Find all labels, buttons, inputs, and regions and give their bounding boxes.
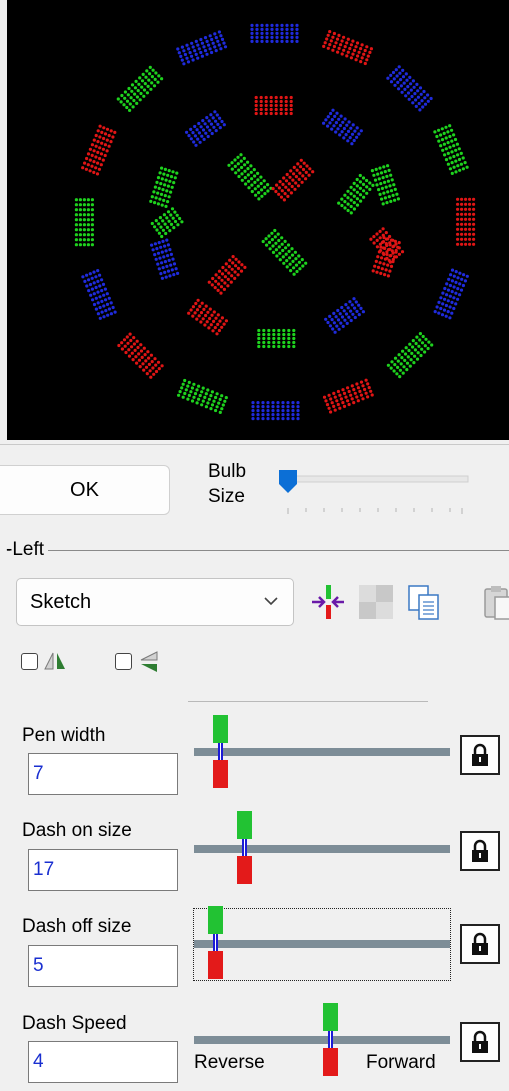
- led-dash: [261, 228, 308, 276]
- dash-on-size-field[interactable]: 17: [28, 849, 178, 891]
- dash-off-size-field[interactable]: 5: [28, 945, 178, 987]
- led-dash: [271, 158, 315, 202]
- pen-width-label: Pen width: [22, 725, 106, 746]
- group-left-title: -Left: [6, 539, 49, 561]
- led-dash: [370, 164, 400, 206]
- led-dash: [433, 268, 469, 320]
- paste-icon[interactable]: [481, 583, 509, 621]
- dash-off-size-track[interactable]: [194, 940, 450, 948]
- led-dash: [74, 198, 94, 247]
- slider-thumb: [279, 470, 297, 493]
- led-dash: [456, 197, 476, 246]
- led-dash: [150, 207, 184, 239]
- lock-icon: [472, 1030, 488, 1053]
- pen-width-lock-button[interactable]: [460, 735, 500, 775]
- led-dash: [150, 238, 180, 280]
- dash-speed-track[interactable]: [194, 1036, 450, 1044]
- mirror-horizontal-icon: [44, 652, 65, 670]
- led-dash: [117, 332, 164, 379]
- led-dash: [386, 332, 434, 379]
- mode-dropdown-value: Sketch: [30, 590, 92, 613]
- lock-icon: [472, 743, 488, 766]
- group-left-border: [7, 550, 509, 551]
- bulb-size-slider[interactable]: [275, 462, 475, 520]
- chevron-down-icon: [264, 597, 278, 606]
- led-preview: [7, 0, 509, 440]
- divider: [0, 444, 509, 445]
- led-dash: [337, 173, 375, 215]
- pen-width-track[interactable]: [194, 748, 450, 756]
- dash-off-size-slider-thumb[interactable]: [208, 906, 223, 979]
- dash-speed-slider-thumb[interactable]: [323, 1003, 339, 1076]
- led-dash: [254, 95, 293, 116]
- led-dash: [227, 153, 273, 201]
- divider: [188, 701, 428, 702]
- led-dash: [386, 65, 433, 112]
- led-dash: [433, 124, 469, 175]
- dash-speed-field[interactable]: 4: [28, 1041, 178, 1083]
- led-dash: [177, 378, 228, 414]
- led-dash: [251, 401, 300, 421]
- mirror-vertical-checkbox[interactable]: [115, 653, 132, 670]
- led-dash: [149, 166, 179, 208]
- dash-speed-lock-button[interactable]: [460, 1022, 500, 1062]
- dash-on-size-track[interactable]: [194, 845, 450, 853]
- dash-off-size-lock-button[interactable]: [460, 924, 500, 964]
- led-dash: [81, 269, 117, 320]
- led-dash: [185, 110, 226, 147]
- led-dash: [369, 227, 405, 264]
- dash-speed-label: Dash Speed: [22, 1013, 127, 1034]
- led-dash: [322, 108, 363, 146]
- led-dash: [187, 298, 228, 336]
- mirror-horizontal-checkbox[interactable]: [21, 653, 38, 670]
- center-arrows-icon[interactable]: [309, 583, 347, 621]
- dash-on-size-label: Dash on size: [22, 820, 132, 841]
- lock-icon: [472, 839, 488, 862]
- forward-label: Forward: [366, 1052, 436, 1073]
- mode-dropdown[interactable]: Sketch: [16, 578, 294, 626]
- dash-on-size-slider-thumb[interactable]: [236, 811, 252, 884]
- pen-width-field[interactable]: 7: [28, 753, 178, 795]
- copy-icon[interactable]: [405, 583, 443, 621]
- led-dash: [324, 297, 365, 334]
- ok-button[interactable]: OK: [0, 465, 170, 515]
- led-dash: [207, 255, 247, 295]
- mirror-vertical-icon: [140, 651, 158, 672]
- dash-off-size-label: Dash off size: [22, 916, 132, 937]
- led-dash: [322, 30, 373, 66]
- pen-width-slider-thumb[interactable]: [212, 715, 228, 788]
- bulb-size-label: Bulb Size: [208, 461, 247, 507]
- reverse-label: Reverse: [194, 1052, 265, 1073]
- led-dash: [250, 23, 299, 44]
- led-dash: [176, 30, 228, 66]
- led-dash: [116, 65, 164, 112]
- grid-pattern-icon[interactable]: [357, 583, 395, 621]
- led-dash: [81, 124, 117, 176]
- led-dash: [257, 328, 296, 349]
- lock-icon: [472, 932, 488, 955]
- dash-on-size-lock-button[interactable]: [460, 831, 500, 871]
- led-dash: [322, 378, 374, 414]
